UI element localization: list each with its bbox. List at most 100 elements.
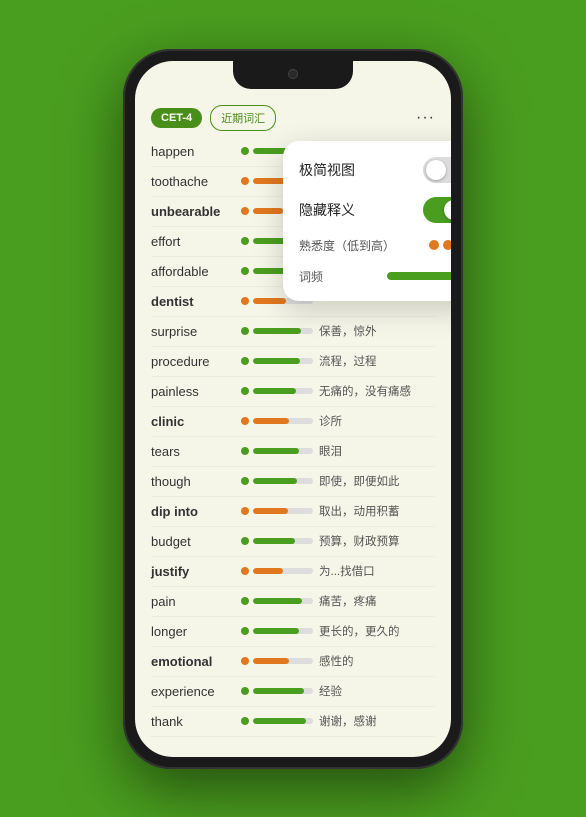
word-text: longer [151,624,241,639]
word-row[interactable]: thank 谢谢，感谢 [151,707,435,737]
phone-screen: CET-4 近期词汇 ··· happen toothache unbearable… [135,61,451,757]
frequency-bar-container [253,596,313,606]
frequency-bar-container [253,506,313,516]
fam-dot-2 [443,240,451,250]
word-row[interactable]: surprise 保善，惊外 [151,317,435,347]
word-meaning: 诊所 [319,413,435,429]
familiarity-dot [241,717,249,725]
frequency-bar [387,272,451,280]
familiarity-dot [241,507,249,515]
phone-frame: CET-4 近期词汇 ··· happen toothache unbearable… [123,49,463,769]
header: CET-4 近期词汇 ··· [135,97,451,137]
word-meaning: 保善，惊外 [319,323,435,339]
familiarity-dot [241,387,249,395]
familiarity-dot [241,567,249,575]
hide-meaning-toggle[interactable] [423,197,451,223]
familiarity-dot [241,417,249,425]
word-text: unbearable [151,204,241,219]
word-text: painless [151,384,241,399]
word-meaning: 流程，过程 [319,353,435,369]
familiarity-dot [241,357,249,365]
minimal-view-toggle[interactable] [423,157,451,183]
word-text: justify [151,564,241,579]
word-row[interactable]: though 即使，即便如此 [151,467,435,497]
popup-row-hide: 隐藏释义 [299,197,451,223]
word-text: experience [151,684,241,699]
familiarity-dot [241,267,249,275]
frequency-bar-container [253,656,313,666]
word-text: dentist [151,294,241,309]
frequency-bar-container [253,326,313,336]
frequency-bar-container [253,446,313,456]
toggle-thumb [426,160,446,180]
hide-meaning-label: 隐藏释义 [299,200,355,220]
more-button[interactable]: ··· [416,109,435,127]
frequency-label: 词频 [299,268,323,285]
familiarity-dot [241,477,249,485]
word-text: tears [151,444,241,459]
word-meaning: 更长的，更久的 [319,623,435,639]
familiarity-dot [241,237,249,245]
word-text: though [151,474,241,489]
frequency-bar-container [253,416,313,426]
word-row[interactable]: dip into取出，动用积蓄 [151,497,435,527]
fam-dot-1 [429,240,439,250]
word-text: affordable [151,264,241,279]
word-meaning: 眼泪 [319,443,435,459]
familiarity-dot [241,597,249,605]
familiarity-dots [429,240,451,250]
word-row[interactable]: pain 痛苦，疼痛 [151,587,435,617]
word-meaning: 即使，即便如此 [319,473,435,489]
camera [288,69,298,79]
familiarity-dot [241,447,249,455]
frequency-bar-container [253,626,313,636]
screen-content: CET-4 近期词汇 ··· happen toothache unbearable… [135,61,451,757]
word-meaning: 无痛的，没有痛感 [319,383,435,399]
frequency-bar-container [253,716,313,726]
word-row[interactable]: tears 眼泪 [151,437,435,467]
familiarity-dot [241,177,249,185]
word-text: thank [151,714,241,729]
frequency-bar-container [253,566,313,576]
popup-row-familiarity: 熟悉度（低到高） [299,237,451,254]
familiarity-dot [241,657,249,665]
word-row[interactable]: clinic 诊所 [151,407,435,437]
frequency-bar-container [253,686,313,696]
frequency-bar-container [253,386,313,396]
notch [233,61,353,89]
familiarity-dot [241,297,249,305]
word-meaning: 为...找借口 [319,563,435,579]
word-row[interactable]: painless 无痛的，没有痛感 [151,377,435,407]
toggle-thumb-2 [444,200,451,220]
word-row[interactable]: longer 更长的，更久的 [151,617,435,647]
familiarity-label: 熟悉度（低到高） [299,237,395,254]
frequency-bar-container [253,356,313,366]
familiarity-dot [241,207,249,215]
minimal-view-label: 极简视图 [299,160,355,180]
word-text: happen [151,144,241,159]
familiarity-dot [241,687,249,695]
familiarity-dot [241,537,249,545]
popup-row-minimal: 极简视图 [299,157,451,183]
word-text: budget [151,534,241,549]
word-meaning: 感性的 [319,653,435,669]
word-row[interactable]: procedure流程，过程 [151,347,435,377]
word-meaning: 痛苦，疼痛 [319,593,435,609]
word-meaning: 经验 [319,683,435,699]
word-row[interactable]: emotional感性的 [151,647,435,677]
word-text: surprise [151,324,241,339]
word-meaning: 谢谢，感谢 [319,713,435,729]
word-text: pain [151,594,241,609]
popup-row-frequency: 词频 [299,268,451,285]
word-row[interactable]: justify 为...找借口 [151,557,435,587]
word-text: effort [151,234,241,249]
word-row[interactable]: experience 经验 [151,677,435,707]
cet-badge[interactable]: CET-4 [151,108,202,128]
word-row[interactable]: budget 预算，财政预算 [151,527,435,557]
recent-badge[interactable]: 近期词汇 [210,105,276,131]
word-meaning: 取出，动用积蓄 [319,503,435,519]
familiarity-dot [241,327,249,335]
word-meaning: 预算，财政预算 [319,533,435,549]
word-text: toothache [151,174,241,189]
word-text: clinic [151,414,241,429]
